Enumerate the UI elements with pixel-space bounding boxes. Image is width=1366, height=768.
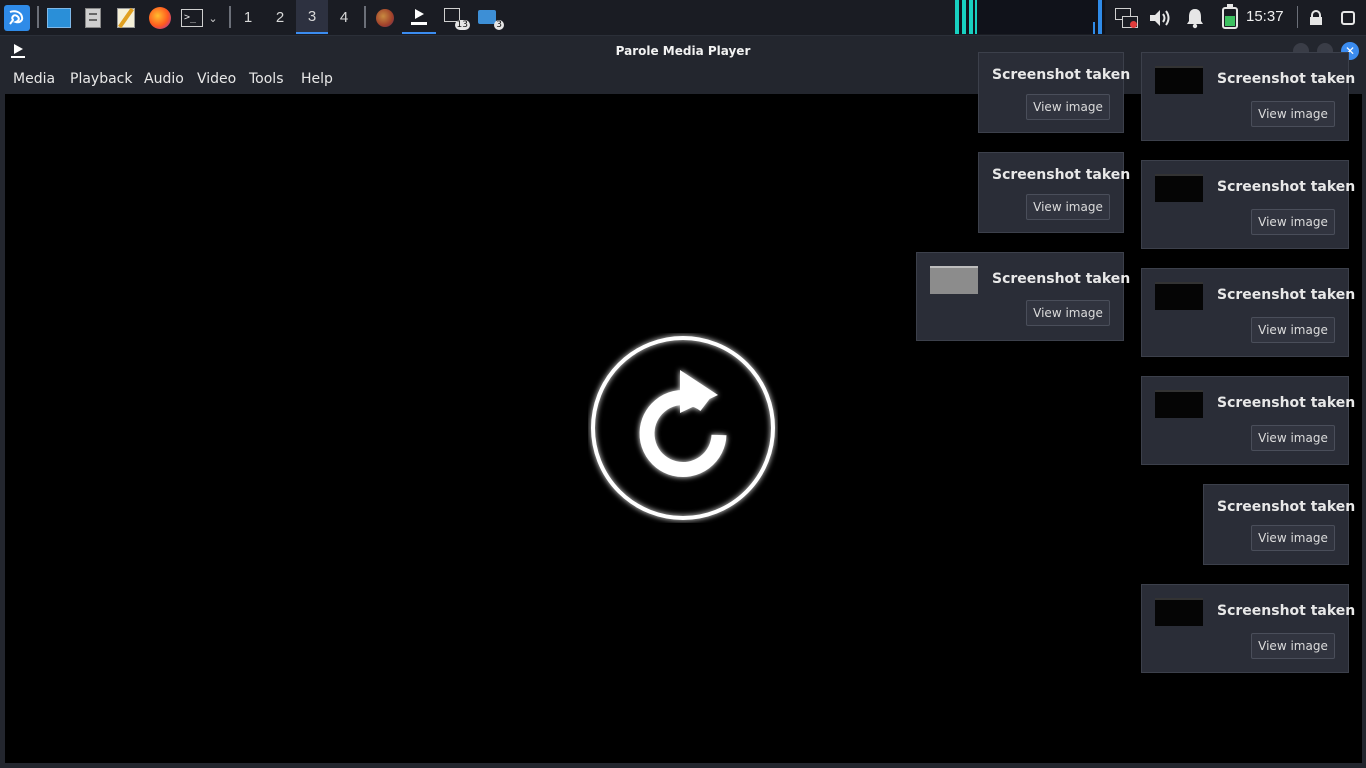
battery-charging-icon <box>1222 4 1238 29</box>
notification-card[interactable]: Screenshot taken View image <box>1141 268 1355 357</box>
volume-button[interactable] <box>1146 4 1174 32</box>
workspace-label: 3 <box>307 7 317 25</box>
menu-tools[interactable]: Tools <box>249 71 284 87</box>
notification-card[interactable]: Screenshot taken View image <box>1203 484 1355 565</box>
task-terminals[interactable]: 13 <box>441 4 470 32</box>
notification-card[interactable]: Screenshot taken View image <box>1141 376 1355 465</box>
workspace-2[interactable]: 2 <box>264 0 296 34</box>
bell-icon <box>1187 9 1203 29</box>
menu-video[interactable]: Video <box>197 71 236 87</box>
chevron-down-icon: ⌄ <box>208 11 218 25</box>
workspace-4[interactable]: 4 <box>328 0 360 34</box>
view-image-button[interactable]: View image <box>1251 633 1335 659</box>
view-image-button[interactable]: View image <box>1026 300 1110 326</box>
kali-dragon-icon <box>4 5 30 31</box>
notification-title: Screenshot taken <box>1217 179 1356 195</box>
task-file-manager[interactable]: 3 <box>475 4 504 32</box>
notification-card[interactable]: Screenshot taken View image <box>978 152 1130 233</box>
replay-icon <box>591 336 775 520</box>
replay-button[interactable] <box>588 333 778 523</box>
notification-card[interactable]: Screenshot taken View image <box>1141 52 1355 141</box>
media-player-icon <box>411 9 427 25</box>
notification-title: Screenshot taken <box>1217 287 1356 303</box>
clock[interactable]: 15:37 <box>1246 8 1284 25</box>
folder-icon <box>478 10 496 24</box>
menu-help[interactable]: Help <box>301 71 333 87</box>
notification-title: Screenshot taken <box>1217 71 1356 87</box>
terminal-icon: >_ <box>181 9 203 27</box>
file-cabinet-icon <box>85 8 101 28</box>
speaker-icon <box>1150 10 1170 26</box>
view-image-button[interactable]: View image <box>1251 101 1335 127</box>
notification-title: Screenshot taken <box>1217 603 1356 619</box>
cpu-graph[interactable] <box>955 0 1105 34</box>
text-editor-launcher[interactable] <box>112 4 140 32</box>
notification-title: Screenshot taken <box>1217 395 1356 411</box>
lock-icon <box>1310 10 1322 25</box>
task-count-badge: 13 <box>454 20 470 30</box>
view-image-button[interactable]: View image <box>1251 525 1335 551</box>
screenshot-thumbnail <box>1155 598 1203 626</box>
workspace-label: 2 <box>275 8 285 26</box>
task-count-badge: 3 <box>494 20 504 30</box>
power-icon <box>1341 11 1355 25</box>
notification-title: Screenshot taken <box>992 67 1131 83</box>
terminal-dropdown-button[interactable]: ⌄ <box>202 4 224 32</box>
screenshot-thumbnail <box>1155 390 1203 418</box>
workspace-label: 1 <box>243 8 253 26</box>
notification-card[interactable]: Screenshot taken View image <box>1141 584 1355 673</box>
panel-separator <box>1297 6 1298 28</box>
workspace-3[interactable]: 3 <box>296 0 328 34</box>
top-panel: >_ ⌄ 1 2 3 4 13 3 15:37 <box>0 0 1366 36</box>
desktop-icon <box>47 8 71 28</box>
screenshot-thumbnail <box>1155 282 1203 310</box>
task-firefox[interactable] <box>371 4 399 32</box>
menu-audio[interactable]: Audio <box>144 71 184 87</box>
workspace-label: 4 <box>339 8 349 26</box>
menu-playback[interactable]: Playback <box>70 71 132 87</box>
panel-separator <box>364 6 366 28</box>
network-icon <box>1115 8 1138 28</box>
notification-card[interactable]: Screenshot taken View image <box>1141 160 1355 249</box>
notification-title: Screenshot taken <box>992 271 1131 287</box>
view-image-button[interactable]: View image <box>1026 94 1110 120</box>
view-image-button[interactable]: View image <box>1026 194 1110 220</box>
screenshot-thumbnail <box>930 266 978 294</box>
notification-title: Screenshot taken <box>1217 499 1356 515</box>
view-image-button[interactable]: View image <box>1251 425 1335 451</box>
notification-title: Screenshot taken <box>992 167 1131 183</box>
firefox-launcher[interactable] <box>146 4 174 32</box>
panel-separator <box>37 6 39 28</box>
notepad-icon <box>117 7 135 29</box>
kali-menu-button[interactable] <box>3 4 31 32</box>
notifications-button[interactable] <box>1181 4 1209 32</box>
notification-card[interactable]: Screenshot taken View image <box>916 252 1130 341</box>
show-desktop-button[interactable] <box>45 4 73 32</box>
menu-media[interactable]: Media <box>13 71 55 87</box>
logout-button[interactable] <box>1334 4 1362 32</box>
panel-separator <box>229 6 231 28</box>
file-manager-launcher[interactable] <box>79 4 107 32</box>
view-image-button[interactable]: View image <box>1251 317 1335 343</box>
task-parole[interactable] <box>402 2 436 34</box>
firefox-icon <box>376 9 394 27</box>
screenshot-thumbnail <box>1155 174 1203 202</box>
lock-screen-button[interactable] <box>1302 4 1330 32</box>
workspace-1[interactable]: 1 <box>232 0 264 34</box>
network-button[interactable] <box>1112 4 1140 32</box>
notification-card[interactable]: Screenshot taken View image <box>978 52 1130 133</box>
firefox-icon <box>149 7 171 29</box>
power-manager-button[interactable] <box>1216 4 1244 32</box>
screenshot-thumbnail <box>1155 66 1203 94</box>
view-image-button[interactable]: View image <box>1251 209 1335 235</box>
